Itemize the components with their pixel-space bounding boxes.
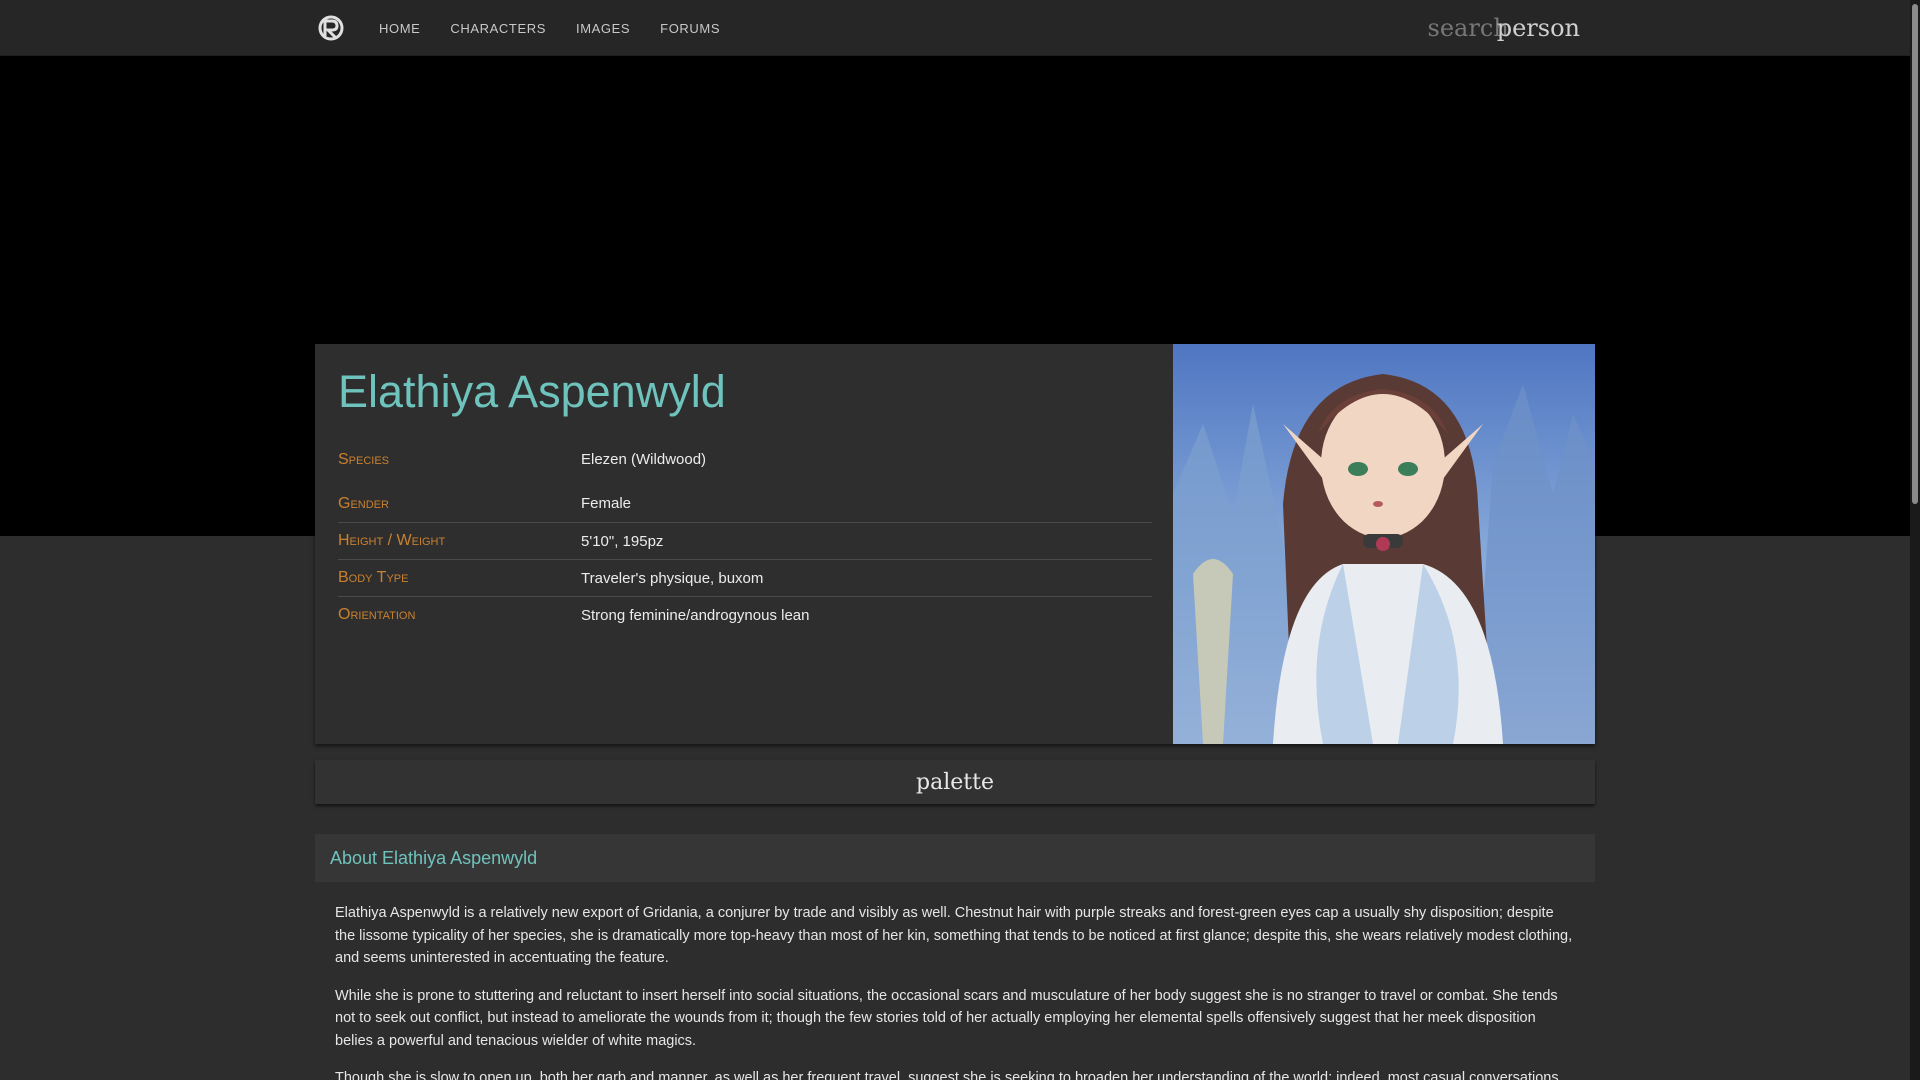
info-row-species: Species Elezen (Wildwood) bbox=[338, 434, 1152, 485]
info-label: Orientation bbox=[338, 606, 416, 623]
nav-images-link[interactable]: IMAGES bbox=[576, 21, 630, 36]
nav-right-icons: search person bbox=[1428, 0, 1580, 56]
info-value: Traveler's physique, buxom bbox=[581, 569, 764, 587]
character-profile-card: Elathiya Aspenwyld Species Elezen (Wildw… bbox=[315, 344, 1595, 744]
info-label: Species bbox=[338, 450, 390, 468]
info-value: Female bbox=[581, 495, 632, 512]
about-section-body: Elathiya Aspenwyld is a relatively new e… bbox=[315, 882, 1595, 1080]
page-scrollbar[interactable] bbox=[1910, 0, 1920, 1080]
info-value: Strong feminine/androgynous lean bbox=[581, 606, 810, 624]
about-section-title: About Elathiya Aspenwyld bbox=[315, 834, 1595, 882]
site-logo-icon[interactable] bbox=[315, 15, 347, 41]
info-row-body-type: Body Type Traveler's physique, buxom bbox=[338, 559, 1152, 596]
scrollbar-thumb[interactable] bbox=[1912, 4, 1918, 504]
info-label: Gender bbox=[338, 494, 389, 512]
info-label: Height / Weight bbox=[338, 532, 446, 549]
palette-button[interactable]: palette bbox=[315, 760, 1595, 804]
character-info-table: Species Elezen (Wildwood) Gender Female … bbox=[338, 434, 1152, 633]
person-icon[interactable]: person bbox=[1497, 14, 1580, 42]
info-row-orientation: Orientation Strong feminine/androgynous … bbox=[338, 596, 1152, 633]
about-paragraph: While she is prone to stuttering and rel… bbox=[335, 987, 1558, 1049]
info-row-gender: Gender Female bbox=[338, 485, 1152, 522]
nav-home-link[interactable]: HOME bbox=[379, 21, 420, 36]
info-value: 5'10", 195pz bbox=[581, 532, 664, 550]
character-portrait-image[interactable] bbox=[1173, 344, 1595, 744]
about-paragraph: Elathiya Aspenwyld is a relatively new e… bbox=[335, 905, 1573, 966]
nav-forums-link[interactable]: FORUMS bbox=[660, 21, 720, 36]
nav-characters-link[interactable]: CHARACTERS bbox=[450, 21, 546, 36]
top-navbar: HOME CHARACTERS IMAGES FORUMS search pers… bbox=[0, 0, 1910, 56]
about-paragraph: Though she is slow to open up, both her … bbox=[335, 1070, 1559, 1080]
nav-links-group: HOME CHARACTERS IMAGES FORUMS bbox=[315, 0, 750, 56]
info-label: Body Type bbox=[338, 569, 409, 586]
info-row-height-weight: Height / Weight 5'10", 195pz bbox=[338, 522, 1152, 559]
info-value: Elezen (Wildwood) bbox=[581, 451, 707, 468]
character-name: Elathiya Aspenwyld bbox=[338, 366, 726, 417]
